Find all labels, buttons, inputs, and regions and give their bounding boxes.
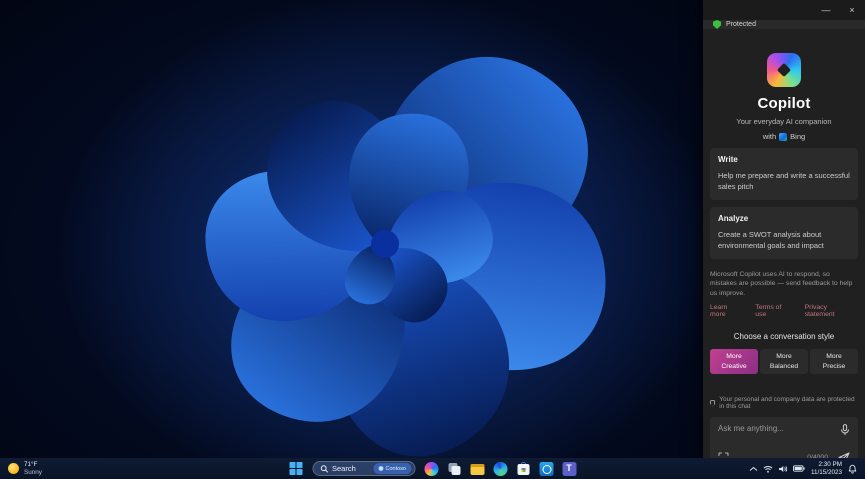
battery-icon[interactable] [792,465,805,472]
search-box[interactable]: Search Contoso [312,461,415,476]
search-placeholder: Search [332,464,356,473]
system-tray: 2:30 PM 11/15/2023 [749,461,865,476]
privacy-statement-link[interactable]: Privacy statement [805,304,858,318]
with-bing-row: with Bing [710,132,858,141]
taskbar-center: Search Contoso [289,458,576,479]
protected-shield-icon [713,20,721,29]
search-icon [320,464,328,473]
card-title: Analyze [718,213,749,223]
taskbar-task-view-icon[interactable] [447,462,461,476]
privacy-row: Your personal and company data are prote… [710,396,858,410]
suggestion-card-analyze[interactable]: Analyze Create a SWOT analysis about env… [710,206,858,259]
card-title: Write [718,155,738,164]
protected-bar: Protected [703,20,865,29]
style-line2: Balanced [769,362,799,370]
card-body: Create a SWOT analysis about environment… [718,229,824,250]
microphone-icon[interactable] [840,424,850,436]
conversation-style-row: More Creative More Balanced More Precise [710,349,858,375]
weather-condition: Sunny [24,468,42,476]
clock-widget[interactable]: 2:30 PM 11/15/2023 [811,461,842,476]
speaker-icon[interactable] [778,465,788,473]
search-highlight-badge[interactable]: Contoso [373,463,411,474]
style-line1: More [726,353,742,361]
taskbar-edge-icon[interactable] [493,461,507,476]
close-button[interactable]: × [839,0,865,20]
windows-logo-icon [289,461,295,468]
bing-icon [779,132,788,141]
notification-bell-icon[interactable] [848,464,857,474]
with-label: with [762,132,777,141]
taskbar-outlook-icon[interactable] [539,461,553,476]
ai-disclaimer: Microsoft Copilot uses AI to respond, so… [710,270,853,297]
style-line2: Precise [822,362,846,370]
taskbar-copilot-icon[interactable] [424,461,438,476]
tray-date: 11/15/2023 [810,468,842,476]
conversation-style-title: Choose a conversation style [733,332,835,342]
taskbar-teams-icon[interactable] [562,461,576,476]
tray-chevron-up-icon[interactable] [749,466,758,472]
privacy-shield-icon [710,399,716,407]
panel-body: Copilot Your everyday AI companion with … [703,29,865,471]
weather-temp: 71°F [24,461,38,469]
learn-more-link[interactable]: Learn more [710,304,744,318]
start-button[interactable] [289,461,303,476]
taskbar-file-explorer-icon[interactable] [470,462,484,476]
ask-me-anything-input[interactable] [718,424,836,434]
style-line2: Creative [721,362,747,370]
logo-wrap [710,53,858,87]
terms-of-use-link[interactable]: Terms of use [755,304,793,318]
style-more-balanced-button[interactable]: More Balanced [760,349,808,375]
taskbar: 71°F Sunny Search Contoso T 2:30 PM 11/1… [0,458,865,479]
privacy-note: Your personal and company data are prote… [719,396,855,411]
copilot-title: Copilot [757,95,811,112]
protected-label: Protected [726,21,756,28]
minimize-button[interactable]: — [813,0,839,20]
search-badge-label: Contoso [385,465,407,472]
taskbar-microsoft-store-icon[interactable] [516,461,530,476]
copilot-subtitle: Your everyday AI companion [736,117,832,126]
card-body: Help me prepare and write a successful s… [718,171,850,191]
tray-time: 2:30 PM [818,460,842,468]
bing-label: Bing [790,132,806,141]
style-line1: More [826,353,842,361]
search-badge-icon [378,466,384,471]
style-line1: More [776,353,792,361]
copilot-panel: — × Protected Copilot Your everyday AI c… [703,0,865,471]
panel-titlebar: — × [703,0,865,20]
links-row: Learn more Terms of use Privacy statemen… [710,304,858,318]
weather-widget[interactable]: 71°F Sunny [0,461,50,476]
sunny-icon [8,463,19,474]
suggestion-card-write[interactable]: Write Help me prepare and write a succes… [710,148,858,200]
style-more-precise-button[interactable]: More Precise [810,349,858,375]
copilot-logo-icon [767,53,801,87]
wifi-icon[interactable] [763,465,773,473]
screen: — × Protected Copilot Your everyday AI c… [0,0,865,479]
style-more-creative-button[interactable]: More Creative [710,349,758,375]
